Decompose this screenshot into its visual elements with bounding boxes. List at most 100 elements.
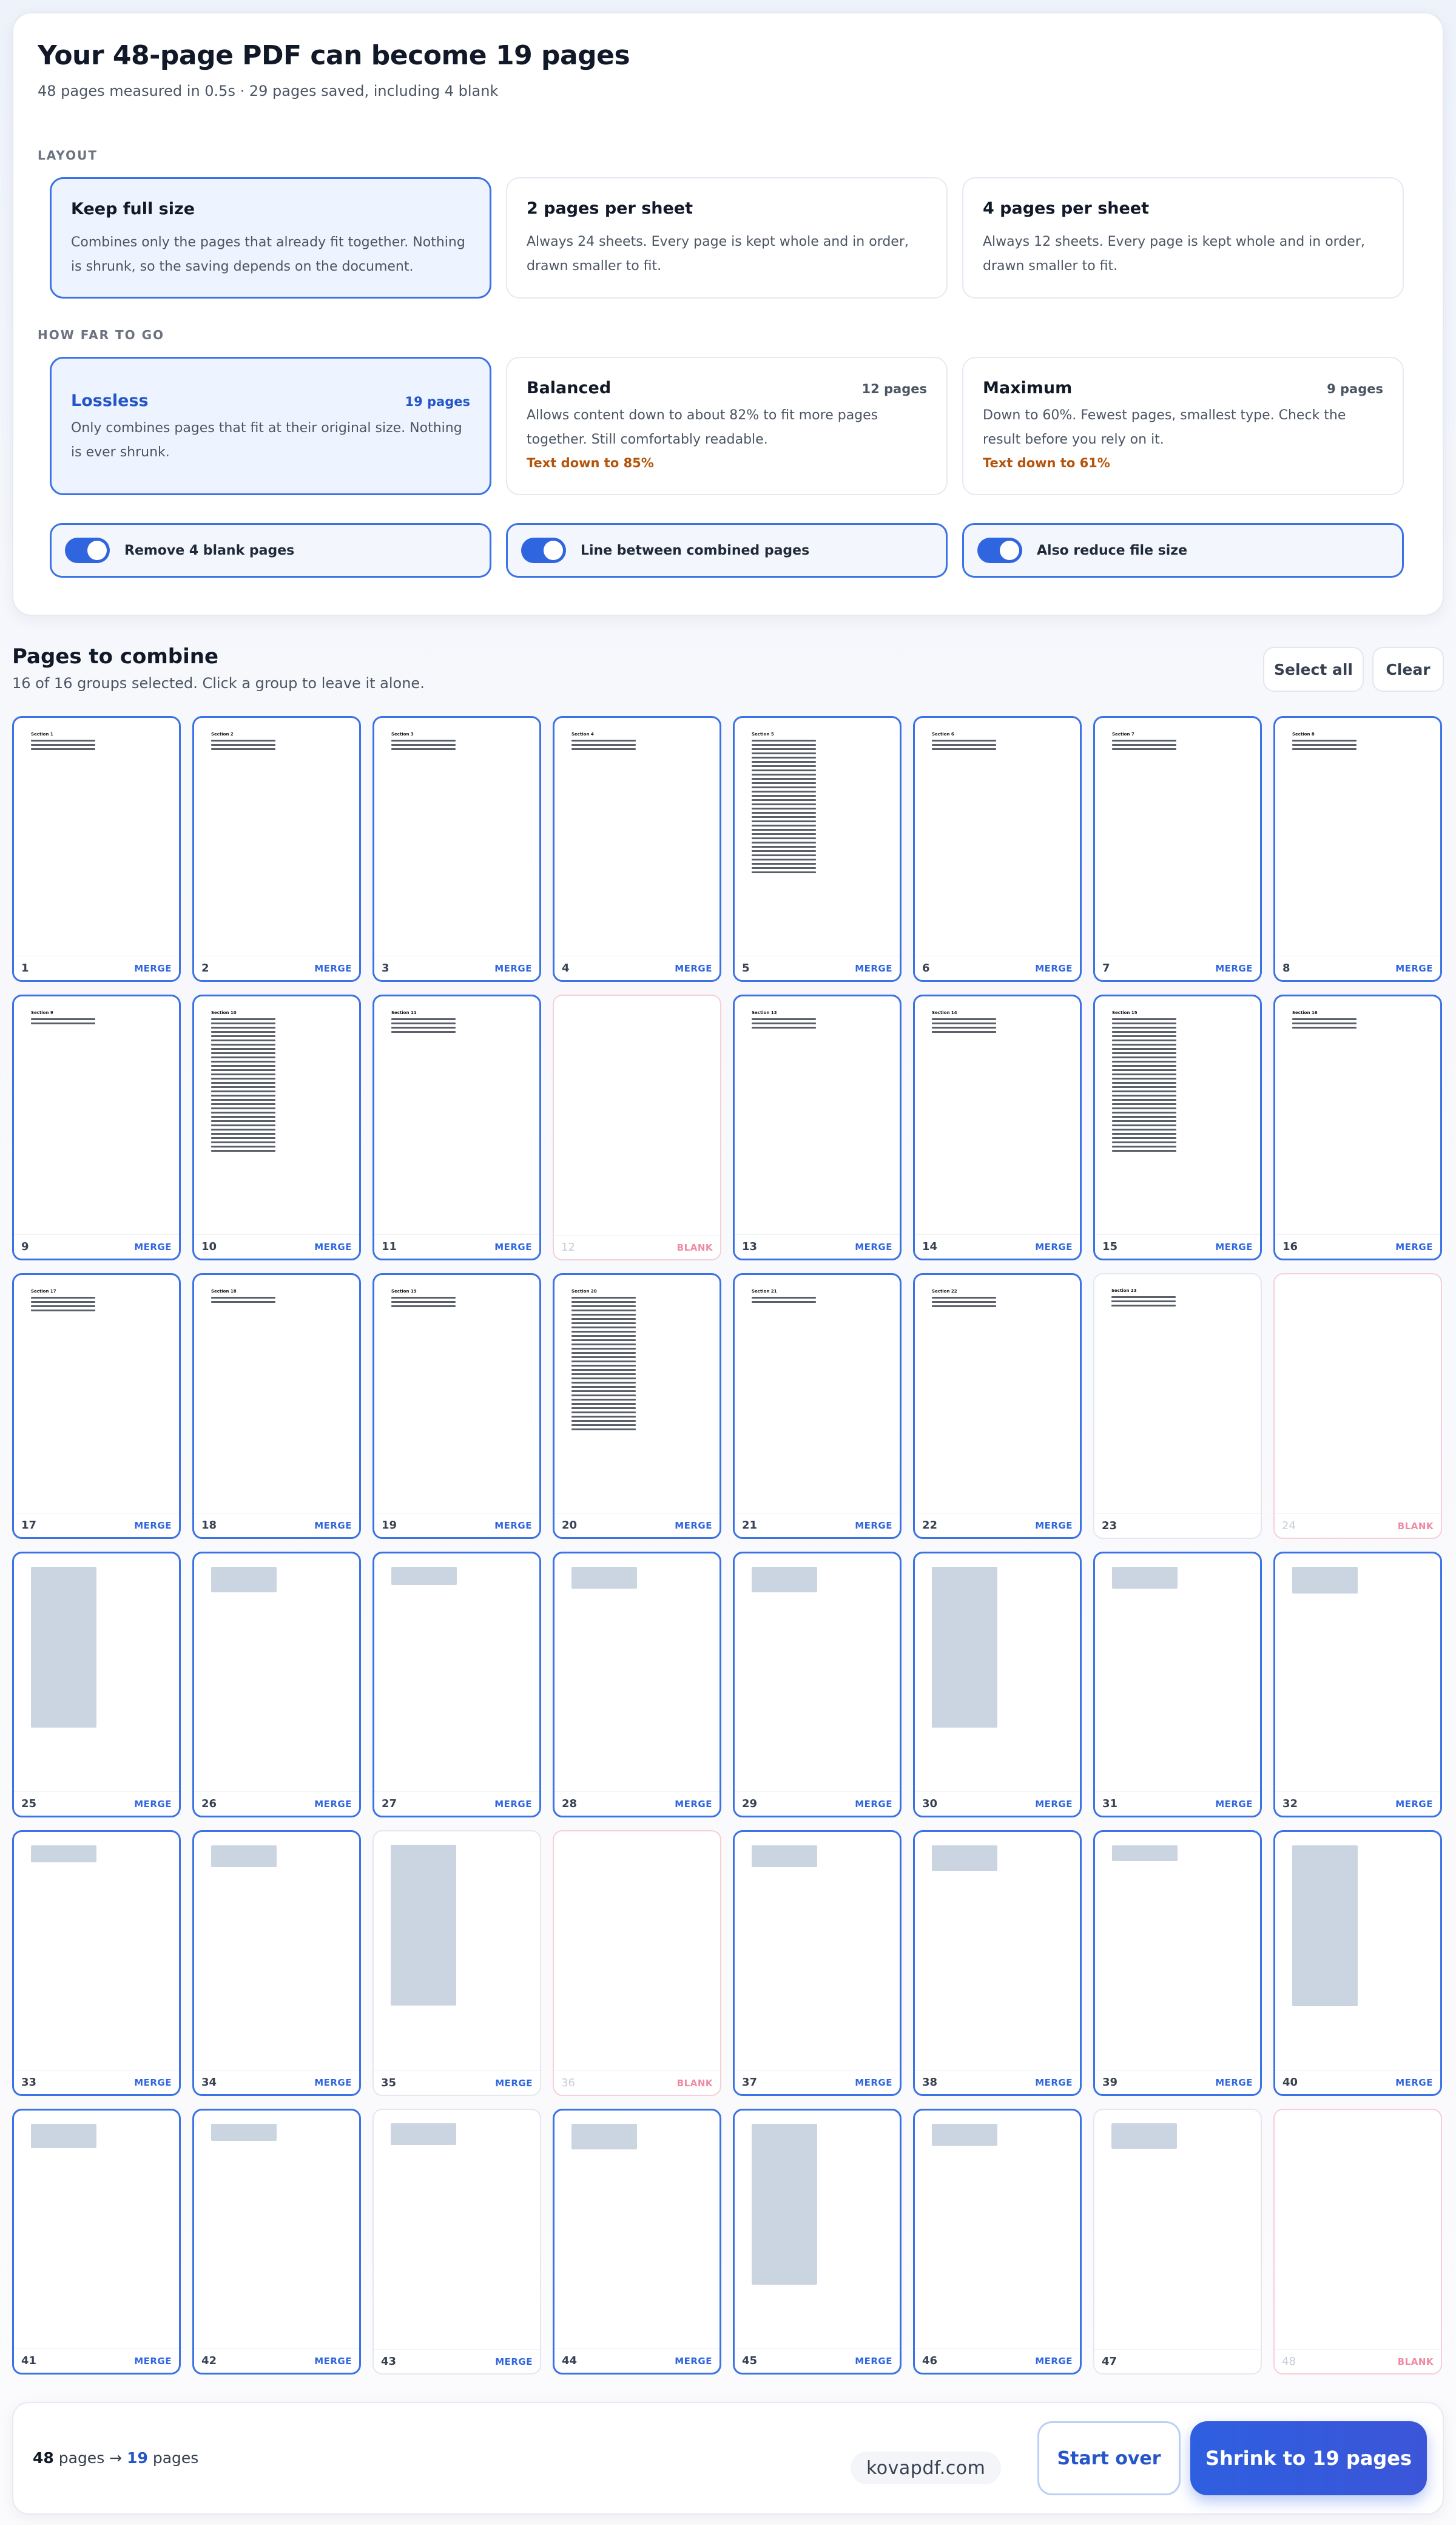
page-thumbnail[interactable]: 31 MERGE xyxy=(1093,1552,1262,1817)
page-thumbnail[interactable]: Section 22 22 MERGE xyxy=(913,1273,1082,1539)
toggle-switch[interactable] xyxy=(65,538,110,563)
toggle-switch[interactable] xyxy=(977,538,1022,563)
page-thumbnail[interactable]: 29 MERGE xyxy=(733,1552,902,1817)
page-thumbnail[interactable]: Section 11 11 MERGE xyxy=(372,995,541,1260)
page-thumbnail[interactable]: 48 BLANK xyxy=(1273,2109,1442,2375)
layout-option-keep-full-size[interactable]: Keep full size Combines only the pages t… xyxy=(50,177,491,299)
page-thumbnail[interactable]: 28 MERGE xyxy=(553,1552,721,1817)
page-thumbnail[interactable]: 34 MERGE xyxy=(192,1830,361,2096)
level-option-title: Balanced xyxy=(527,379,612,397)
level-option-balanced[interactable]: Balanced 12 pages Allows content down to… xyxy=(506,357,948,495)
shrink-button[interactable]: Shrink to 19 pages xyxy=(1190,2421,1427,2495)
page-number: 37 xyxy=(742,2076,758,2089)
page-number: 4 xyxy=(562,962,570,975)
page-thumbnail[interactable]: Section 7 7 MERGE xyxy=(1093,716,1262,982)
page-thumbnail[interactable]: Section 4 4 MERGE xyxy=(553,716,721,982)
layout-option-2-per-sheet[interactable]: 2 pages per sheet Always 24 sheets. Ever… xyxy=(506,177,948,299)
toggle-remove-blank[interactable]: Remove 4 blank pages xyxy=(50,523,491,578)
page-thumbnail[interactable]: Section 13 13 MERGE xyxy=(733,995,902,1260)
page-thumbnail[interactable]: 25 MERGE xyxy=(12,1552,181,1817)
layout-option-4-per-sheet[interactable]: 4 pages per sheet Always 12 sheets. Ever… xyxy=(962,177,1404,299)
page-thumbnail[interactable]: Section 18 18 MERGE xyxy=(192,1273,361,1539)
clear-button[interactable]: Clear xyxy=(1372,647,1444,692)
page-thumbnail-footer: 11 MERGE xyxy=(374,1234,539,1259)
page-thumbnail-footer: 46 MERGE xyxy=(915,2348,1080,2373)
page-thumbnail[interactable]: 39 MERGE xyxy=(1093,1830,1262,2096)
page-thumbnail[interactable]: Section 2 2 MERGE xyxy=(192,716,361,982)
page-preview-line xyxy=(752,761,816,763)
page-thumbnail[interactable]: Section 3 3 MERGE xyxy=(372,716,541,982)
merge-tag: MERGE xyxy=(1215,2077,1253,2088)
page-thumbnail[interactable]: Section 19 19 MERGE xyxy=(372,1273,541,1539)
page-preview-line xyxy=(211,1129,275,1131)
select-all-button[interactable]: Select all xyxy=(1263,647,1364,692)
toggle-line-between[interactable]: Line between combined pages xyxy=(506,523,948,578)
merge-tag: MERGE xyxy=(134,2355,172,2367)
page-thumbnail[interactable]: 46 MERGE xyxy=(913,2109,1082,2375)
page-thumbnail[interactable]: Section 16 16 MERGE xyxy=(1273,995,1442,1260)
level-option-maximum[interactable]: Maximum 9 pages Down to 60%. Fewest page… xyxy=(962,357,1404,495)
page-image-preview xyxy=(932,1845,997,1871)
page-thumbnail[interactable]: 27 MERGE xyxy=(372,1552,541,1817)
page-thumbnail[interactable]: Section 5 5 MERGE xyxy=(733,716,902,982)
page-thumbnail[interactable]: Section 21 21 MERGE xyxy=(733,1273,902,1539)
page-thumbnail[interactable]: 30 MERGE xyxy=(913,1552,1082,1817)
page-preview-line xyxy=(571,1382,636,1384)
page-preview-line xyxy=(571,1386,636,1388)
page-preview-line xyxy=(391,1023,456,1024)
page-image-preview xyxy=(752,1845,817,1867)
page-thumbnail[interactable]: Section 8 8 MERGE xyxy=(1273,716,1442,982)
toggle-reduce-size[interactable]: Also reduce file size xyxy=(962,523,1404,578)
page-number: 9 xyxy=(21,1240,29,1253)
page-thumbnail[interactable]: 40 MERGE xyxy=(1273,1830,1442,2096)
page-preview-line xyxy=(211,1090,275,1092)
page-number: 5 xyxy=(742,962,750,975)
page-thumbnail[interactable]: 38 MERGE xyxy=(913,1830,1082,2096)
page-preview-line xyxy=(571,1428,636,1430)
page-thumbnail[interactable]: 41 MERGE xyxy=(12,2109,181,2375)
page-thumbnail[interactable]: 36 BLANK xyxy=(553,1830,721,2096)
merge-tag: MERGE xyxy=(494,1241,532,1252)
page-thumbnail[interactable]: 42 MERGE xyxy=(192,2109,361,2375)
page-thumbnail[interactable]: Section 9 9 MERGE xyxy=(12,995,181,1260)
page-thumbnail[interactable]: Section 14 14 MERGE xyxy=(913,995,1082,1260)
page-grid: Section 1 1 MERGE Section 2 2 MERGE Section 33… xyxy=(12,716,1444,2375)
merge-tag: MERGE xyxy=(1035,1798,1073,1810)
page-preview-line xyxy=(571,1352,636,1354)
page-thumbnail[interactable]: 35 MERGE xyxy=(372,1830,541,2096)
start-over-button[interactable]: Start over xyxy=(1037,2421,1181,2495)
page-text-preview: Section 3 xyxy=(391,731,527,750)
page-thumbnail-footer: 2 MERGE xyxy=(194,956,359,980)
page-thumbnail[interactable]: Section 17 17 MERGE xyxy=(12,1273,181,1539)
page-thumbnail-footer: 21 MERGE xyxy=(735,1513,900,1537)
page-thumbnail[interactable]: 43 MERGE xyxy=(372,2109,541,2375)
how-far-section-label: HOW FAR TO GO xyxy=(38,328,164,342)
toggle-switch[interactable] xyxy=(521,538,566,563)
page-thumbnail[interactable]: 26 MERGE xyxy=(192,1552,361,1817)
page-thumbnail-footer: 30 MERGE xyxy=(915,1791,1080,1816)
level-option-title: Maximum xyxy=(983,379,1073,397)
page-thumbnail[interactable]: Section 23 23MERGE xyxy=(1093,1273,1262,1539)
level-option-lossless[interactable]: Lossless 19 pages Only combines pages th… xyxy=(50,357,491,495)
page-thumbnail[interactable]: 24 BLANK xyxy=(1273,1273,1442,1539)
page-thumbnail[interactable]: 44 MERGE xyxy=(553,2109,721,2375)
page-thumbnail[interactable]: Section 15 15 MERGE xyxy=(1093,995,1262,1260)
page-thumbnail-footer: 19 MERGE xyxy=(374,1513,539,1537)
page-preview-line xyxy=(211,1069,275,1071)
page-thumbnail[interactable]: 32 MERGE xyxy=(1273,1552,1442,1817)
page-thumbnail[interactable]: Section 10 10 MERGE xyxy=(192,995,361,1260)
page-preview-line xyxy=(211,744,275,746)
page-preview-heading: Section 6 xyxy=(932,732,954,737)
page-thumbnail[interactable]: 33 MERGE xyxy=(12,1830,181,2096)
page-preview-heading: Section 16 xyxy=(1292,1010,1318,1015)
page-preview-line xyxy=(1112,1146,1176,1148)
page-thumbnail[interactable]: Section 1 1 MERGE xyxy=(12,716,181,982)
page-preview-line xyxy=(391,1031,456,1033)
page-thumbnail[interactable]: 37 MERGE xyxy=(733,1830,902,2096)
page-preview-line xyxy=(1292,1027,1357,1029)
page-thumbnail[interactable]: 45 MERGE xyxy=(733,2109,902,2375)
page-thumbnail[interactable]: Section 6 6 MERGE xyxy=(913,716,1082,982)
page-thumbnail[interactable]: 12 BLANK xyxy=(553,995,721,1260)
page-thumbnail[interactable]: 47MERGE xyxy=(1093,2109,1262,2375)
page-thumbnail[interactable]: Section 20 20 MERGE xyxy=(553,1273,721,1539)
